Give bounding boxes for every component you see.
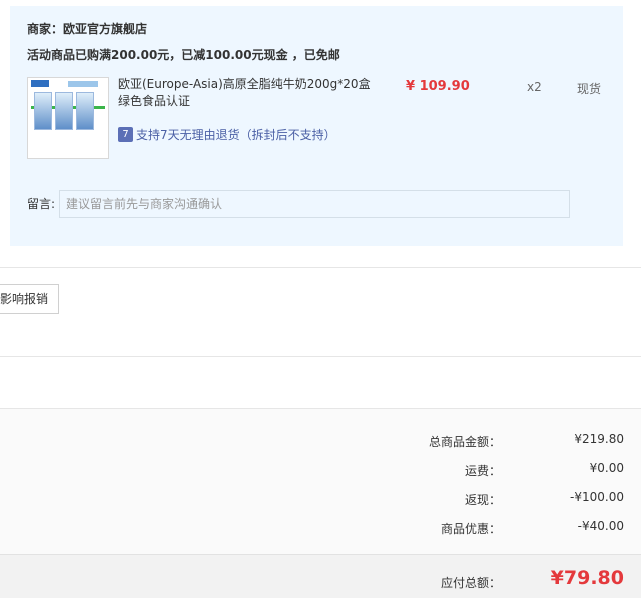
summary-goods-total-label: 总商品金额：: [428, 435, 501, 449]
promotion-info: 活动商品已购满200.00元，已减100.00元现金 ，已免邮: [27, 48, 340, 62]
total-label: 应付总额：: [440, 576, 501, 590]
stock-status: 现货: [577, 82, 602, 96]
summary-cashback-label: 返现：: [464, 493, 501, 507]
divider: [0, 408, 641, 409]
thumbnail-header-shape: [68, 81, 98, 87]
order-summary: 总商品金额： ¥219.80 运费： ¥0.00 返现： -¥100.00 商品…: [0, 408, 641, 554]
note-input[interactable]: [59, 190, 570, 218]
divider: [0, 356, 641, 357]
product-title[interactable]: 欧亚(Europe-Asia)高原全脂纯牛奶200g*20盒 绿色食品认证: [118, 76, 378, 110]
total-amount: ¥79.80: [550, 567, 624, 589]
summary-shipping-value: ¥0.00: [589, 461, 624, 475]
milk-carton-shape: [76, 92, 94, 130]
seven-day-return-icon: 7: [118, 127, 133, 142]
summary-goods-total-value: ¥219.80: [574, 432, 624, 446]
summary-shipping-label: 运费：: [464, 464, 501, 478]
divider: [0, 267, 641, 268]
total-bar: 应付总额： ¥79.80: [0, 554, 641, 598]
milk-carton-shape: [34, 92, 52, 130]
product-thumbnail[interactable]: [27, 77, 109, 159]
shop-name[interactable]: 商家：欧亚官方旗舰店: [27, 20, 147, 37]
thumbnail-logo-shape: [31, 80, 49, 87]
return-policy-text: 支持7天无理由退货（拆封后不支持）: [136, 128, 336, 142]
summary-cashback-value: -¥100.00: [570, 490, 624, 504]
return-policy: 7 支持7天无理由退货（拆封后不支持）: [118, 124, 336, 143]
summary-discount-value: -¥40.00: [577, 519, 624, 533]
product-quantity: x2: [527, 80, 542, 94]
invoice-report-button[interactable]: 影响报销: [0, 284, 59, 314]
note-label: 留言:: [27, 197, 56, 211]
summary-discount-label: 商品优惠：: [440, 522, 501, 536]
milk-carton-shape: [55, 92, 73, 130]
order-card: 商家：欧亚官方旗舰店 活动商品已购满200.00元，已减100.00元现金 ，已…: [10, 6, 623, 246]
product-price: ¥ 109.90: [406, 79, 470, 94]
